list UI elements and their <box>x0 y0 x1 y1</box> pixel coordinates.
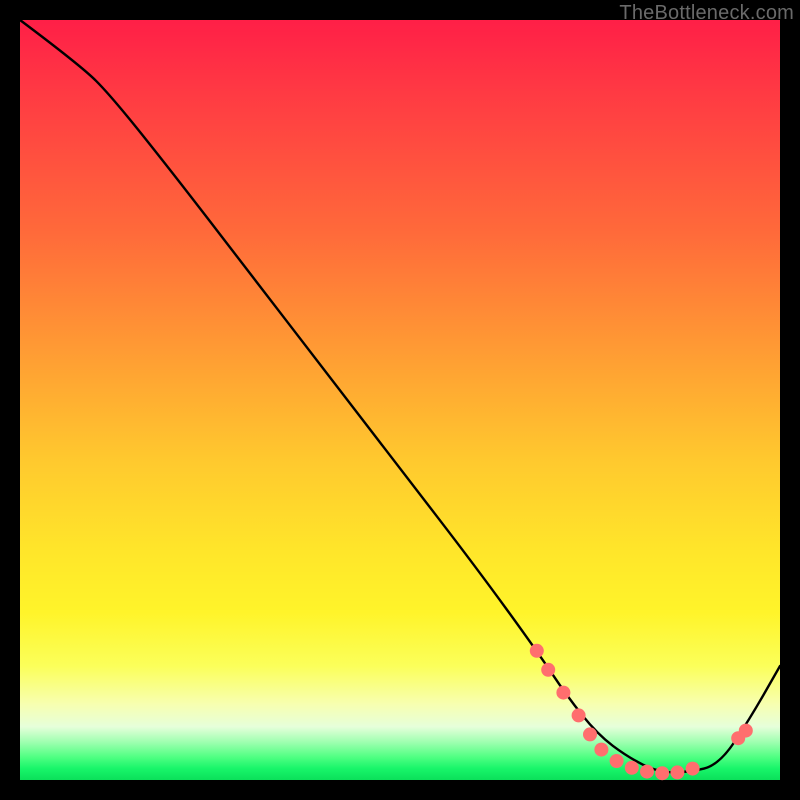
marker-dot <box>530 644 544 658</box>
watermark-text: TheBottleneck.com <box>619 2 794 25</box>
marker-dot <box>610 754 624 768</box>
marker-dot <box>640 765 654 779</box>
marker-dot <box>739 724 753 738</box>
chart-stage: TheBottleneck.com <box>0 0 800 800</box>
marker-dot <box>686 762 700 776</box>
marker-dot <box>556 686 570 700</box>
marker-dot <box>594 743 608 757</box>
marker-dot <box>572 708 586 722</box>
curve-path <box>20 20 780 772</box>
marker-dot <box>655 766 669 780</box>
marker-dot <box>670 765 684 779</box>
plot-area <box>20 20 780 780</box>
chart-svg <box>20 20 780 780</box>
marker-dot <box>625 761 639 775</box>
marker-dot <box>541 663 555 677</box>
marker-dot <box>583 727 597 741</box>
